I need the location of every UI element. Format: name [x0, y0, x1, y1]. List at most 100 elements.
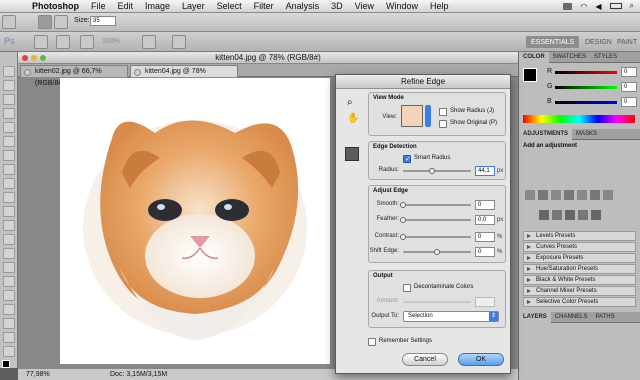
refine-radius-tool-icon[interactable] [345, 147, 359, 161]
tab-channels[interactable]: CHANNELS [551, 312, 592, 323]
path-selection-tool-icon[interactable] [3, 290, 15, 301]
hand-tool-icon-dialog[interactable]: ✋ [347, 113, 359, 124]
feather-slider[interactable] [403, 219, 471, 221]
bridge-icon[interactable] [34, 35, 48, 49]
zoom-tool-icon[interactable] [3, 346, 15, 357]
eyedropper-tool-icon[interactable] [3, 136, 15, 147]
wifi-icon[interactable]: ◠ [580, 2, 587, 11]
tab-color[interactable]: COLOR [519, 51, 549, 63]
menu-image[interactable]: Image [139, 0, 176, 13]
close-tab-icon[interactable] [134, 69, 141, 76]
dropbox-icon[interactable] [563, 2, 573, 10]
invert-icon[interactable] [539, 210, 549, 220]
smooth-slider[interactable] [403, 204, 471, 206]
gradient-tool-icon[interactable] [3, 220, 15, 231]
amount-field[interactable] [475, 297, 495, 307]
selective-color-icon[interactable] [591, 210, 601, 220]
refine-radius-icon[interactable] [38, 15, 52, 29]
feather-slider-knob[interactable] [400, 217, 406, 223]
hand-tool-icon-toolbox[interactable] [3, 332, 15, 343]
amount-slider[interactable] [403, 301, 471, 303]
posterize-icon[interactable] [552, 210, 562, 220]
volume-icon[interactable]: ◀ [595, 2, 601, 11]
healing-brush-tool-icon[interactable] [3, 150, 15, 161]
type-tool-icon[interactable] [3, 276, 15, 287]
tab-paths[interactable]: PATHS [591, 312, 618, 323]
menu-window[interactable]: Window [380, 0, 424, 13]
lasso-tool-icon[interactable] [3, 94, 15, 105]
brightness-contrast-icon[interactable] [525, 190, 535, 200]
erase-refinements-icon[interactable] [54, 15, 68, 29]
quick-selection-tool-icon[interactable] [3, 108, 15, 119]
crop-tool-icon[interactable] [3, 122, 15, 133]
show-original-checkbox[interactable] [439, 120, 447, 128]
menu-filter[interactable]: Filter [248, 0, 280, 13]
brush-tool-icon[interactable] [2, 15, 16, 29]
show-radius-checkbox[interactable] [439, 108, 447, 116]
tab-swatches[interactable]: SWATCHES [549, 52, 590, 63]
zoom-tool-icon-dialog[interactable]: ⌕ [347, 97, 353, 108]
history-brush-tool-icon[interactable] [3, 192, 15, 203]
radius-slider-knob[interactable] [428, 168, 435, 174]
smart-radius-checkbox[interactable] [403, 155, 411, 163]
menu-analysis[interactable]: Analysis [280, 0, 326, 13]
arrange-documents-icon[interactable] [172, 35, 186, 49]
preset-channel-mixer[interactable]: Channel Mixer Presets [523, 286, 636, 296]
menu-view[interactable]: View [349, 0, 380, 13]
gradient-map-icon[interactable] [578, 210, 588, 220]
tab-layers[interactable]: LAYERS [519, 311, 551, 323]
move-tool-icon[interactable] [3, 66, 15, 77]
output-to-select[interactable]: Selection ⇕ [403, 311, 499, 322]
blur-tool-icon[interactable] [3, 234, 15, 245]
color-b-value[interactable]: 0 [621, 97, 637, 107]
eraser-tool-icon[interactable] [3, 206, 15, 217]
menu-edit[interactable]: Edit [112, 0, 140, 13]
clone-stamp-tool-icon[interactable] [3, 178, 15, 189]
curves-icon[interactable] [551, 190, 561, 200]
shift-edge-field[interactable]: 0 [475, 247, 495, 257]
spotlight-icon[interactable]: ⌕ [630, 1, 634, 11]
close-tab-icon[interactable] [24, 69, 31, 76]
view-dropdown-arrow-icon[interactable] [425, 105, 431, 127]
remember-settings-checkbox[interactable] [368, 338, 376, 346]
menu-select[interactable]: Select [211, 0, 248, 13]
color-ramp[interactable] [523, 115, 635, 123]
hue-saturation-icon[interactable] [590, 190, 600, 200]
foreground-color-swatch[interactable] [2, 360, 10, 368]
tab-styles[interactable]: STYLES [590, 52, 621, 63]
tab-kitten02[interactable]: kitten02.jpg @ 66,7% (RGB/8#) [20, 65, 128, 87]
cancel-button[interactable]: Cancel [402, 353, 448, 366]
workspace-essentials[interactable]: ESSENTIALS [526, 36, 580, 48]
menu-file[interactable]: File [85, 0, 112, 13]
color-r-value[interactable]: 0 [621, 67, 637, 77]
tab-masks[interactable]: MASKS [572, 129, 601, 140]
smooth-slider-knob[interactable] [400, 202, 406, 208]
view-extras-icon[interactable] [142, 35, 156, 49]
view-thumbnail[interactable] [401, 105, 423, 127]
pen-tool-icon[interactable] [3, 262, 15, 273]
contrast-slider-knob[interactable] [400, 234, 406, 240]
color-b-slider[interactable] [555, 101, 617, 104]
workspace-paint[interactable]: PAINT [612, 36, 640, 48]
vibrance-icon[interactable] [577, 190, 587, 200]
feather-field[interactable]: 0,0 [475, 215, 495, 225]
menu-3d[interactable]: 3D [325, 0, 349, 13]
preset-hue-saturation[interactable]: Hue/Saturation Presets [523, 264, 636, 274]
color-g-value[interactable]: 0 [621, 82, 637, 92]
zoom-level[interactable]: 100% [102, 38, 120, 45]
foreground-swatch[interactable] [523, 68, 537, 82]
radius-field[interactable]: 44,1 [475, 166, 495, 176]
battery-icon[interactable] [609, 3, 622, 9]
exposure-icon[interactable] [564, 190, 574, 200]
preset-levels[interactable]: Levels Presets [523, 231, 636, 241]
contrast-slider[interactable] [403, 236, 471, 238]
contrast-field[interactable]: 0 [475, 232, 495, 242]
color-balance-icon[interactable] [603, 190, 613, 200]
threshold-icon[interactable] [565, 210, 575, 220]
brush-tool-icon-toolbox[interactable] [3, 164, 15, 175]
dodge-tool-icon[interactable] [3, 248, 15, 259]
tab-adjustments[interactable]: ADJUSTMENTS [519, 128, 573, 140]
preset-selective-color[interactable]: Selective Color Presets [523, 297, 636, 307]
marquee-tool-icon[interactable] [3, 80, 15, 91]
preset-black-white[interactable]: Black & White Presets [523, 275, 636, 285]
